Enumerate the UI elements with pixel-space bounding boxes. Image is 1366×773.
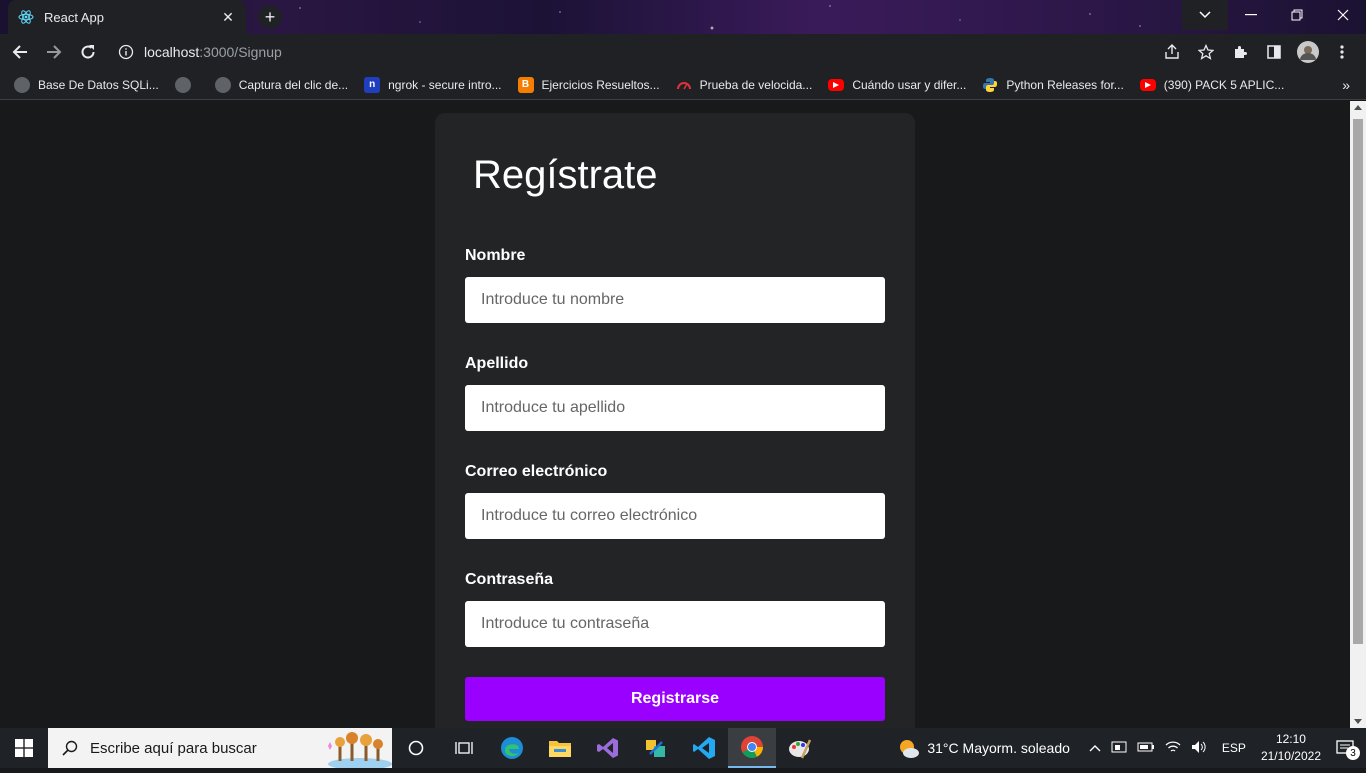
- battery-icon[interactable]: [1137, 741, 1155, 755]
- new-tab-button[interactable]: +: [258, 5, 282, 29]
- app-icon[interactable]: [632, 728, 680, 768]
- menu-icon[interactable]: [1328, 38, 1356, 66]
- page-content: Regístrate Nombre Apellido Correo electr…: [0, 101, 1350, 753]
- browser-toolbar: localhost:3000/Signup: [0, 34, 1366, 70]
- register-button[interactable]: Registrarse: [465, 677, 885, 721]
- bookmark-item[interactable]: Cuándo usar y difer...: [828, 78, 966, 92]
- page-title: Regístrate: [473, 153, 658, 197]
- speedometer-icon: [676, 77, 692, 93]
- clock-date: 21/10/2022: [1260, 749, 1321, 763]
- notification-count-badge: 3: [1346, 746, 1360, 760]
- bookmark-item[interactable]: (390) PACK 5 APLIC...: [1139, 78, 1284, 92]
- chrome-icon[interactable]: [728, 728, 776, 768]
- visual-studio-icon[interactable]: [584, 728, 632, 768]
- search-icon: [62, 740, 78, 756]
- windows-start-button[interactable]: [0, 728, 48, 768]
- bookmarks-bar: Base De Datos SQLi... Captura del clic d…: [0, 70, 1366, 100]
- blogger-icon: B: [517, 76, 534, 93]
- weather-text: 31°C Mayorm. soleado: [927, 740, 1070, 756]
- signup-card: Regístrate Nombre Apellido Correo electr…: [435, 113, 915, 753]
- bookmark-item[interactable]: n ngrok - secure intro...: [364, 76, 502, 93]
- search-highlight-illustration: [322, 728, 392, 770]
- browser-tab[interactable]: React App ✕: [8, 0, 246, 34]
- input-language[interactable]: ESP: [1222, 741, 1246, 755]
- profile-avatar[interactable]: [1294, 38, 1322, 66]
- globe-icon: [14, 76, 30, 93]
- notifications-icon[interactable]: 3: [1336, 740, 1360, 760]
- bookmark-item[interactable]: Captura del clic de...: [214, 76, 348, 93]
- info-icon[interactable]: [118, 44, 134, 60]
- cortana-icon[interactable]: [392, 728, 440, 768]
- sun-cloud-icon: [897, 737, 921, 759]
- volume-icon[interactable]: [1191, 740, 1207, 757]
- tab-title: React App: [44, 9, 104, 25]
- minimize-button[interactable]: [1228, 0, 1274, 30]
- vscode-icon[interactable]: [680, 728, 728, 768]
- tab-search-icon[interactable]: [1182, 0, 1228, 30]
- extensions-icon[interactable]: [1226, 38, 1254, 66]
- python-icon: [982, 77, 998, 93]
- clock-time: 12:10: [1275, 732, 1306, 746]
- share-icon[interactable]: [1158, 38, 1186, 66]
- chevron-up-icon[interactable]: [1089, 741, 1101, 755]
- task-view-icon[interactable]: [440, 728, 488, 768]
- bookmark-item[interactable]: Base De Datos SQLi...: [14, 76, 159, 93]
- bookmark-item[interactable]: Python Releases for...: [982, 77, 1124, 93]
- scroll-down-icon[interactable]: [1354, 719, 1362, 724]
- side-panel-icon[interactable]: [1260, 38, 1288, 66]
- bookmark-star-icon[interactable]: [1192, 38, 1220, 66]
- email-label: Correo electrónico: [465, 463, 608, 480]
- address-bar[interactable]: localhost:3000/Signup: [108, 38, 1228, 66]
- bookmarks-overflow-button[interactable]: »: [1342, 77, 1350, 93]
- system-tray: 31°C Mayorm. soleado ESP 12:10 21/10/202…: [897, 728, 1366, 768]
- bookmark-item[interactable]: B Ejercicios Resueltos...: [517, 76, 660, 93]
- back-button[interactable]: [6, 38, 34, 66]
- password-label: Contraseña: [465, 571, 554, 588]
- search-placeholder: Escribe aquí para buscar: [90, 739, 257, 757]
- reload-button[interactable]: [74, 38, 102, 66]
- weather-widget[interactable]: 31°C Mayorm. soleado: [897, 737, 1070, 759]
- scroll-up-icon[interactable]: [1354, 105, 1362, 110]
- nombre-input[interactable]: [465, 277, 885, 323]
- bookmark-item[interactable]: [174, 76, 199, 93]
- scrollbar-thumb[interactable]: [1353, 119, 1363, 644]
- taskbar-clock[interactable]: 12:10 21/10/2022: [1261, 731, 1321, 765]
- bookmark-item[interactable]: Prueba de velocida...: [676, 77, 812, 93]
- password-input[interactable]: [465, 601, 885, 647]
- windows-taskbar: Escribe aquí para buscar 31°C Mayorm. so…: [0, 728, 1366, 770]
- apellido-label: Apellido: [465, 355, 529, 372]
- globe-icon: [174, 76, 191, 93]
- forward-button[interactable]: [40, 38, 68, 66]
- apellido-input[interactable]: [465, 385, 885, 431]
- youtube-icon: [828, 78, 845, 91]
- page-scrollbar[interactable]: [1350, 101, 1366, 728]
- globe-icon: [214, 76, 231, 93]
- taskbar-search[interactable]: Escribe aquí para buscar: [48, 728, 392, 770]
- edge-icon[interactable]: [488, 728, 536, 768]
- tab-strip: React App ✕ +: [0, 0, 1366, 34]
- youtube-icon: [1139, 78, 1156, 91]
- file-explorer-icon[interactable]: [536, 728, 584, 768]
- close-tab-icon[interactable]: ✕: [220, 9, 236, 26]
- url-path: :3000/Signup: [199, 44, 282, 60]
- email-input[interactable]: [465, 493, 885, 539]
- defender-icon[interactable]: [1111, 739, 1127, 758]
- close-window-button[interactable]: [1320, 0, 1366, 30]
- paint-icon[interactable]: [776, 728, 824, 768]
- nombre-label: Nombre: [465, 247, 526, 264]
- react-icon: [18, 9, 34, 25]
- url-host: localhost: [144, 44, 200, 60]
- ngrok-icon: n: [364, 76, 381, 93]
- restore-button[interactable]: [1274, 0, 1320, 30]
- wifi-icon[interactable]: [1165, 740, 1181, 757]
